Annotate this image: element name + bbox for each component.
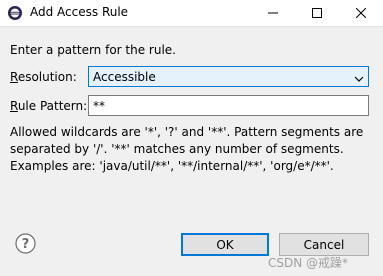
close-icon [356, 8, 366, 18]
title-bar: Add Access Rule [0, 0, 383, 26]
eclipse-icon [7, 5, 23, 21]
chevron-down-icon [354, 72, 364, 86]
cancel-button[interactable]: Cancel [279, 233, 369, 256]
rule-pattern-mnemonic: R [10, 99, 18, 113]
minimize-button[interactable] [251, 0, 295, 26]
resolution-label-text: esolution: [17, 70, 77, 84]
help-text-line: Examples are: 'java/util/**', '**/intern… [10, 159, 334, 173]
rule-pattern-label: Rule Pattern: [10, 99, 87, 113]
resolution-mnemonic: R [10, 70, 18, 84]
help-icon[interactable]: ? [15, 233, 36, 254]
minimize-icon [268, 8, 278, 18]
resolution-select[interactable]: Accessible [88, 66, 369, 87]
window-title: Add Access Rule [30, 5, 129, 19]
close-button[interactable] [339, 0, 383, 26]
dialog-intro: Enter a pattern for the rule. [10, 43, 176, 57]
svg-text:?: ? [22, 237, 30, 252]
rule-pattern-label-text: ule Pattern: [17, 99, 88, 113]
watermark: CSDN @戒躁* [268, 256, 349, 270]
help-text-line: separated by '/'. '**' matches any numbe… [10, 142, 344, 156]
maximize-icon [312, 8, 322, 18]
resolution-value: Accessible [93, 70, 156, 84]
ok-button[interactable]: OK [181, 233, 269, 256]
help-text-line: Allowed wildcards are '*', '?' and '**'.… [10, 125, 364, 139]
resolution-label: Resolution: [10, 70, 77, 84]
maximize-button[interactable] [295, 0, 339, 26]
rule-pattern-input[interactable] [88, 95, 369, 116]
